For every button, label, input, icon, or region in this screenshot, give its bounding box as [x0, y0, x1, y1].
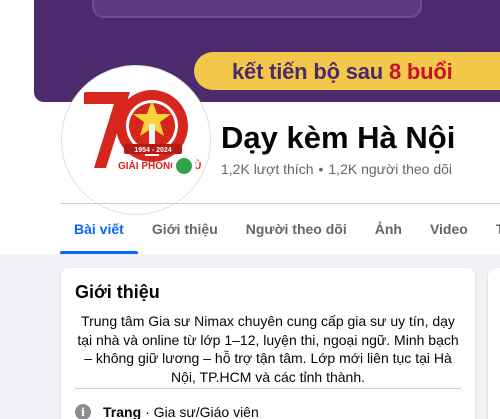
category-row: i Trang · Gia sư/Giáo viên: [75, 404, 259, 419]
cover-slogan: kết tiến bộ sau 8 buổi: [232, 59, 453, 85]
stats-separator: •: [318, 161, 324, 177]
intro-title: Giới thiệu: [75, 282, 160, 302]
cover-banner-card: [92, 0, 422, 18]
logo-years: 1954 - 2024: [134, 147, 171, 154]
intro-description: Trung tâm Gia sư Nimax chuyên cung cấp g…: [77, 313, 459, 385]
anniversary-logo-icon: 1954 - 2024 GIẢI PHÓNG THỦ Đ: [66, 70, 206, 210]
facebook-page: kết tiến bộ sau 8 buổi 1954 - 2024 GIẢI …: [0, 0, 500, 419]
avatar[interactable]: 1954 - 2024 GIẢI PHÓNG THỦ Đ: [62, 66, 210, 214]
posts-card: [488, 268, 500, 419]
page-stats: 1,2K lượt thích • 1,2K người theo dõi: [221, 161, 452, 177]
page-tabs: Bài viết Giới thiệu Người theo dõi Ảnh V…: [60, 204, 500, 254]
tab-posts[interactable]: Bài viết: [60, 204, 138, 254]
tab-followers[interactable]: Người theo dõi: [232, 204, 361, 254]
intro-divider: [75, 388, 461, 389]
intro-card: Giới thiệu Trung tâm Gia sư Nimax chuyên…: [61, 268, 475, 419]
page-title: Dạy kèm Hà Nội: [221, 120, 456, 155]
followers-count[interactable]: 1,2K người theo dõi: [328, 161, 452, 177]
tab-photos[interactable]: Ảnh: [361, 204, 416, 254]
cover-slogan-highlight: 8 buổi: [388, 59, 453, 84]
category-label: Trang: [103, 404, 142, 419]
tab-videos[interactable]: Video: [416, 204, 482, 254]
info-icon: i: [75, 404, 91, 419]
tab-about[interactable]: Giới thiệu: [138, 204, 232, 254]
cover-slogan-text: kết tiến bộ sau: [232, 59, 389, 84]
tab-live[interactable]: Trực tiế: [482, 204, 500, 254]
category-value[interactable]: · Gia sư/Giáo viên: [145, 404, 259, 419]
likes-count[interactable]: 1,2K lượt thích: [221, 161, 313, 177]
online-status-dot: [172, 154, 196, 178]
